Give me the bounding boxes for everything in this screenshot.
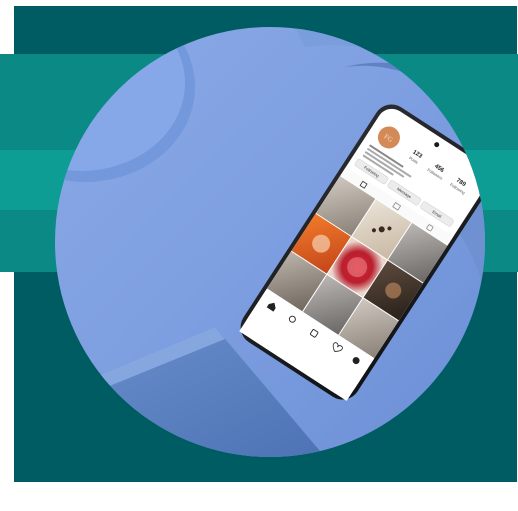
photo-scene: FG 123 Posts 456 Followers 789 Following… [55,27,485,457]
circular-photo: FG 123 Posts 456 Followers 789 Following… [55,27,485,457]
